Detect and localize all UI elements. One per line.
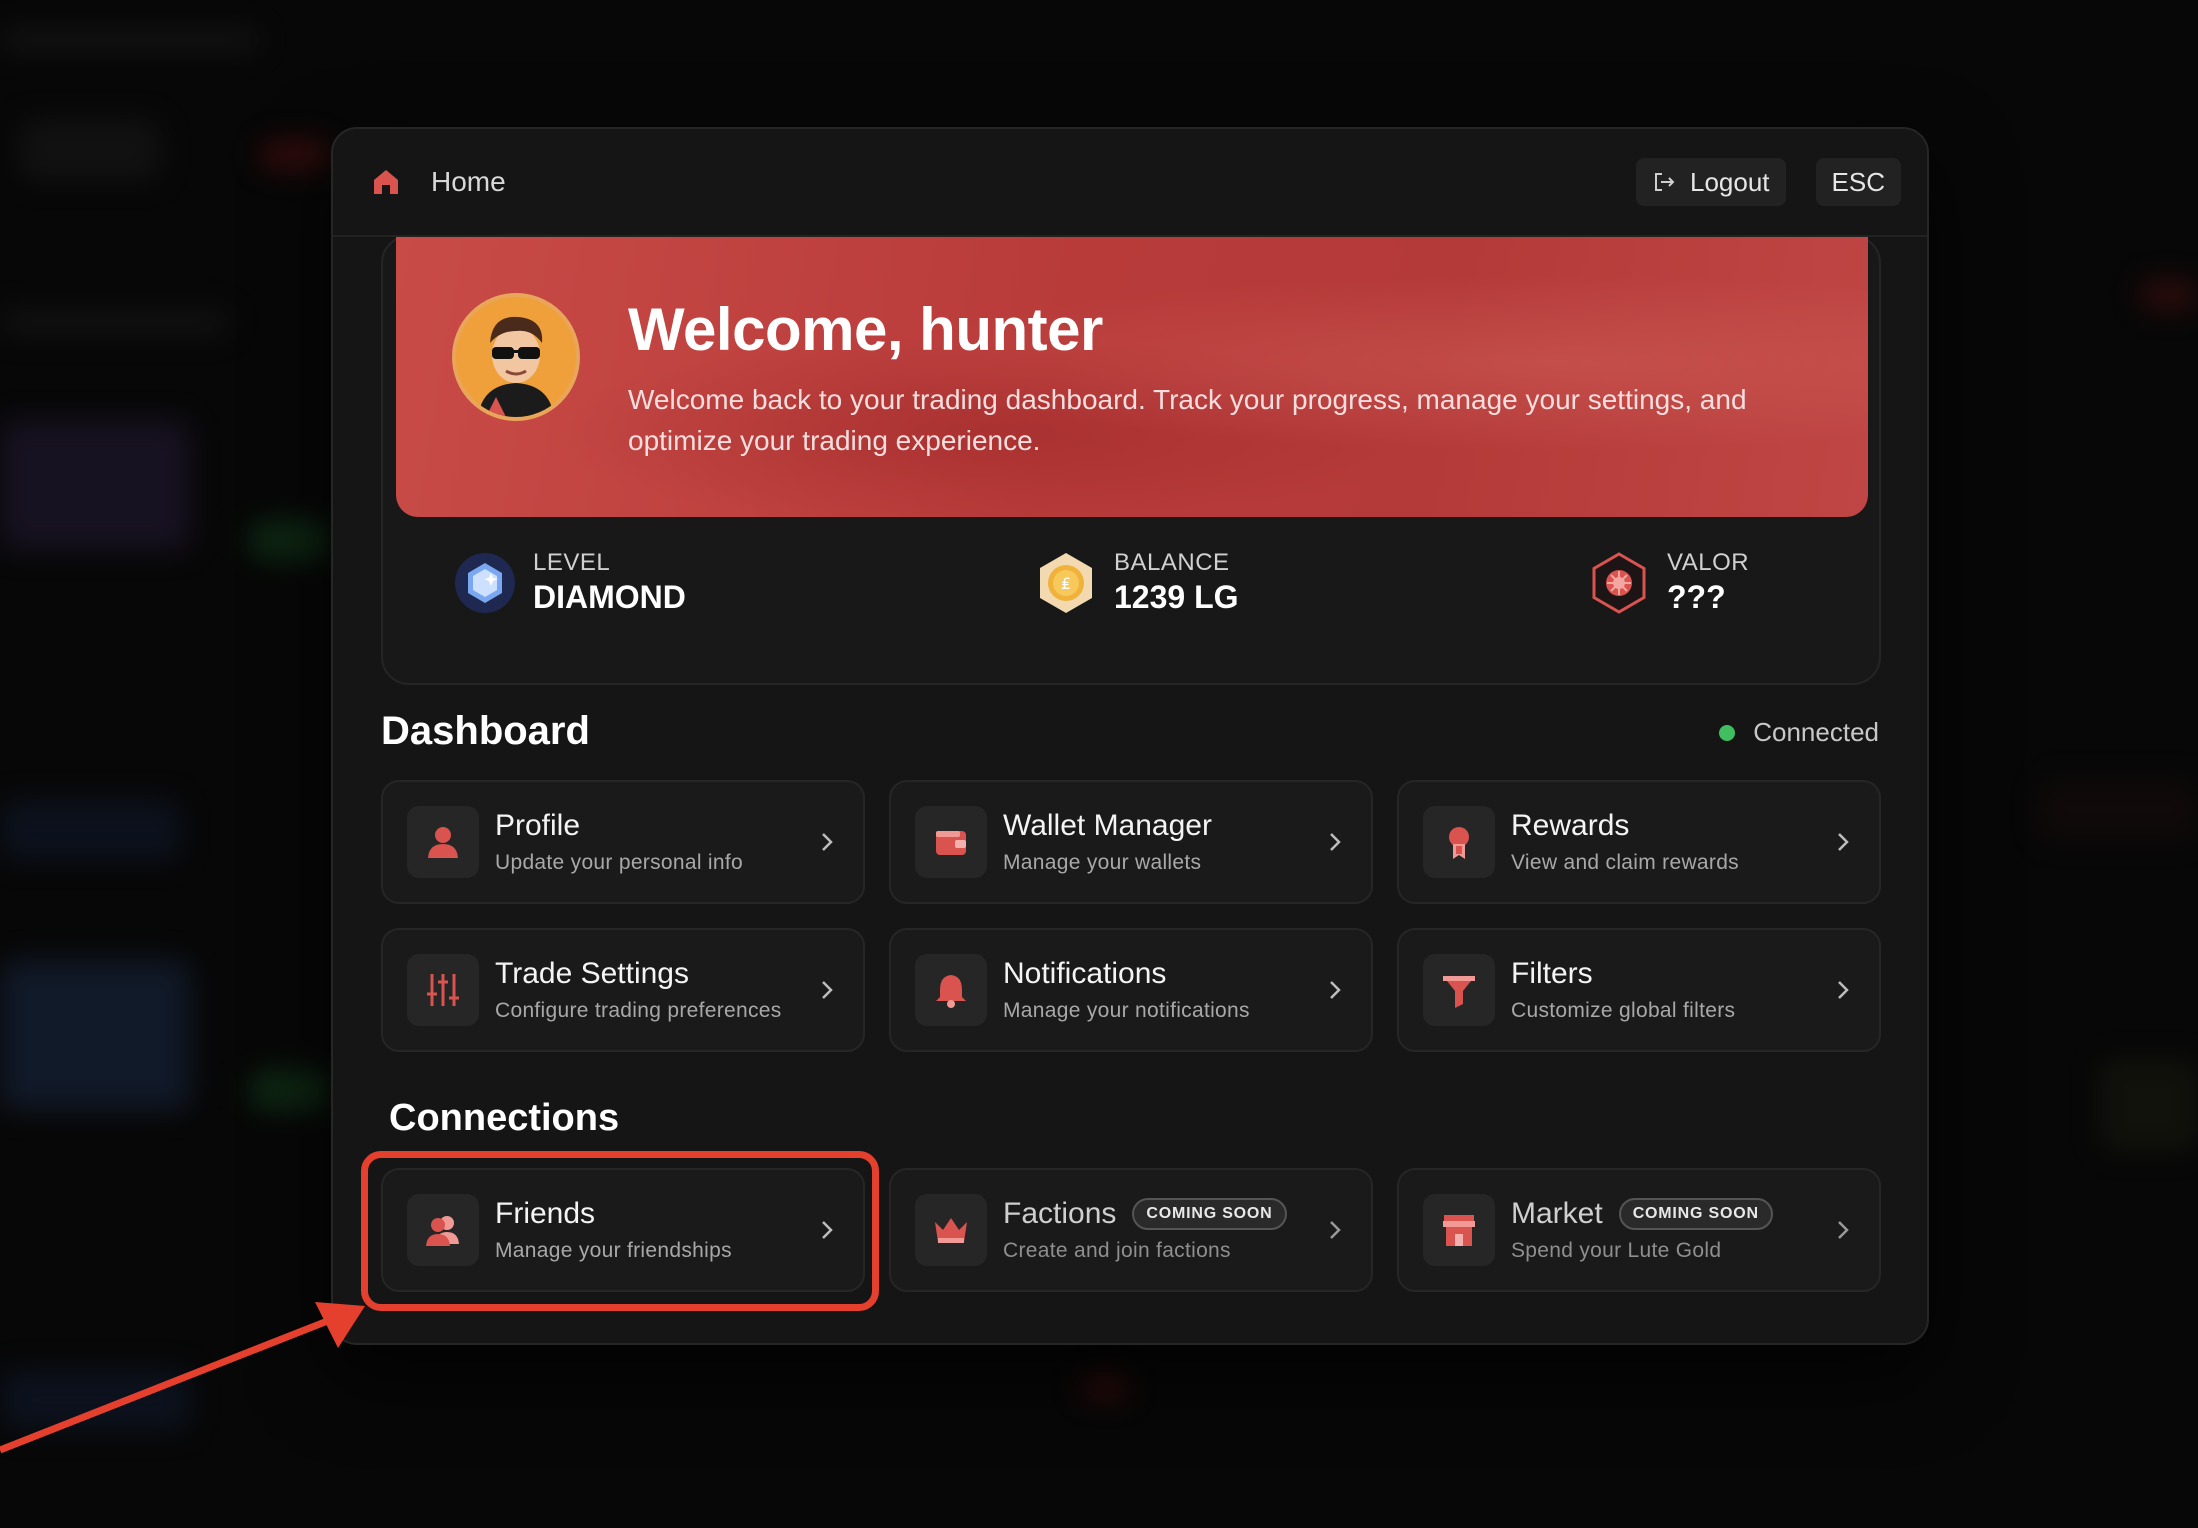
bell-icon [915,954,987,1026]
pointer-arrow-icon [0,1302,365,1454]
card-market-title: Market [1511,1197,1603,1230]
connection-status: Connected [1719,717,1879,748]
card-factions[interactable]: Factions COMING SOON Create and join fac… [889,1168,1373,1292]
stat-valor-value: ??? [1667,579,1726,615]
coming-soon-badge: COMING SOON [1132,1198,1287,1230]
status-label: Connected [1753,717,1879,747]
welcome-banner: Welcome, hunter Welcome back to your tra… [396,237,1868,517]
card-trade-settings[interactable]: Trade Settings Configure trading prefere… [381,928,865,1052]
funnel-icon [1423,954,1495,1026]
card-market[interactable]: Market COMING SOON Spend your Lute Gold [1397,1168,1881,1292]
welcome-text: Welcome back to your trading dashboard. … [628,384,1747,456]
ribbon-icon [1423,806,1495,878]
wallet-icon [915,806,987,878]
chevron-right-icon [1838,981,1849,999]
card-filters-sub: Customize global filters [1511,999,1736,1022]
status-dot [1719,724,1736,741]
stat-balance-label: BALANCE [1114,549,1230,576]
chevron-right-icon [822,981,833,999]
card-wallet-manager[interactable]: Wallet Manager Manage your wallets [889,780,1373,904]
logout-icon [1655,173,1675,191]
stat-balance-value: 1239 LG [1114,579,1239,615]
avatar[interactable] [452,293,580,421]
card-notifications-sub: Manage your notifications [1003,999,1250,1022]
hero-panel: Welcome, hunter Welcome back to your tra… [381,235,1881,685]
page-title: Home [431,166,506,197]
stat-balance: ₤ BALANCE 1239 LG [1034,549,1239,616]
store-icon [1423,1194,1495,1266]
card-filters[interactable]: Filters Customize global filters [1397,928,1881,1052]
card-filters-title: Filters [1511,957,1593,990]
card-profile[interactable]: Profile Update your personal info [381,780,865,904]
valor-hexagon-icon [1592,551,1646,614]
coin-icon: ₤ [1040,552,1092,613]
card-factions-title: Factions [1003,1197,1117,1230]
card-rewards-sub: View and claim rewards [1511,851,1739,874]
card-factions-sub: Create and join factions [1003,1239,1231,1262]
esc-button[interactable]: ESC [1815,158,1901,206]
card-notifications[interactable]: Notifications Manage your notifications [889,928,1373,1052]
sliders-icon [407,954,479,1026]
stat-level: LEVEL DIAMOND [453,549,686,616]
home-icon [374,170,398,194]
connections-title: Connections [389,1097,620,1139]
card-trade-title: Trade Settings [495,957,689,990]
chevron-right-icon [1838,833,1849,851]
svg-text:₤: ₤ [1061,574,1071,593]
user-icon [407,806,479,878]
logout-button[interactable]: Logout [1636,158,1786,206]
dashboard-title: Dashboard [381,709,590,753]
card-wallet-title: Wallet Manager [1003,809,1212,842]
stat-level-label: LEVEL [533,549,611,576]
card-trade-sub: Configure trading preferences [495,999,782,1022]
chevron-right-icon [1330,1221,1341,1239]
chevron-right-icon [1330,981,1341,999]
highlight-box [361,1151,879,1311]
coming-soon-badge: COMING SOON [1618,1198,1773,1230]
stat-valor: VALOR ??? [1587,549,1749,616]
stat-valor-label: VALOR [1667,549,1750,576]
card-notifications-title: Notifications [1003,957,1167,990]
welcome-title: Welcome, hunter [628,296,1103,363]
chevron-right-icon [1838,1221,1849,1239]
avatar-character-icon [456,297,576,417]
card-profile-sub: Update your personal info [495,851,743,874]
chevron-right-icon [822,833,833,851]
card-rewards-title: Rewards [1511,809,1630,842]
crown-icon [915,1194,987,1266]
card-profile-title: Profile [495,809,581,842]
card-rewards[interactable]: Rewards View and claim rewards [1397,780,1881,904]
logout-label: Logout [1690,166,1770,197]
stat-level-value: DIAMOND [533,579,686,615]
modal-header: Home Logout ESC [333,129,1927,237]
esc-label: ESC [1831,166,1885,197]
diamond-level-icon [455,552,515,613]
card-wallet-sub: Manage your wallets [1003,851,1202,874]
card-market-sub: Spend your Lute Gold [1511,1239,1722,1262]
chevron-right-icon [1330,833,1341,851]
